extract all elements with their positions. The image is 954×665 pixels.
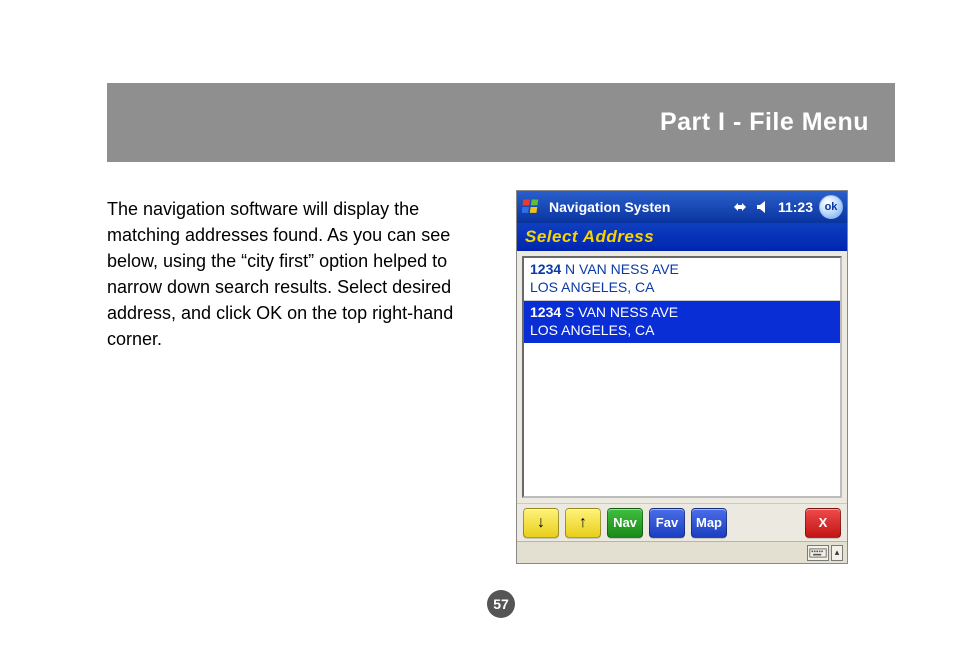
list-item-house-number: 1234 bbox=[530, 304, 561, 320]
page-number: 57 bbox=[493, 596, 509, 612]
fav-button-label: Fav bbox=[656, 515, 678, 530]
results-listbox[interactable]: 1234 N VAN NESS AVE LOS ANGELES, CA 1234… bbox=[522, 256, 842, 498]
volume-icon[interactable] bbox=[754, 197, 774, 217]
instruction-text: The navigation software will display the… bbox=[107, 196, 477, 353]
screen-subheader: Select Address bbox=[517, 223, 847, 251]
arrow-down-icon: ↓ bbox=[537, 515, 545, 531]
scroll-up-button[interactable]: ↑ bbox=[565, 508, 601, 538]
close-button-label: X bbox=[819, 515, 828, 530]
fav-button[interactable]: Fav bbox=[649, 508, 685, 538]
list-item-house-number: 1234 bbox=[530, 261, 561, 277]
bottom-toolbar: ↓ ↑ Nav Fav Map X bbox=[517, 503, 847, 541]
arrow-up-small-icon: ▴ bbox=[835, 547, 840, 558]
list-item-street: N VAN NESS AVE bbox=[561, 261, 679, 277]
system-bar: ▴ bbox=[517, 541, 847, 563]
close-button[interactable]: X bbox=[805, 508, 841, 538]
map-button-label: Map bbox=[696, 515, 722, 530]
results-area: 1234 N VAN NESS AVE LOS ANGELES, CA 1234… bbox=[517, 251, 847, 503]
sip-expand-button[interactable]: ▴ bbox=[831, 545, 843, 561]
nav-button[interactable]: Nav bbox=[607, 508, 643, 538]
scroll-down-button[interactable]: ↓ bbox=[523, 508, 559, 538]
page-number-badge: 57 bbox=[487, 590, 515, 618]
list-item-city: LOS ANGELES, CA bbox=[530, 279, 834, 297]
list-item[interactable]: 1234 N VAN NESS AVE LOS ANGELES, CA bbox=[524, 258, 840, 301]
ok-button[interactable]: ok bbox=[819, 195, 843, 219]
windows-flag-icon[interactable] bbox=[521, 196, 543, 218]
titlebar: Navigation Systen 11:23 ok bbox=[517, 191, 847, 223]
keyboard-icon[interactable] bbox=[807, 545, 829, 561]
list-item-street: S VAN NESS AVE bbox=[561, 304, 678, 320]
page-header: Part I - File Menu bbox=[107, 83, 895, 162]
nav-button-label: Nav bbox=[613, 515, 637, 530]
connectivity-icon[interactable] bbox=[730, 197, 750, 217]
list-item-city: LOS ANGELES, CA bbox=[530, 322, 834, 340]
clock: 11:23 bbox=[778, 199, 813, 215]
map-button[interactable]: Map bbox=[691, 508, 727, 538]
app-title: Navigation Systen bbox=[549, 199, 670, 215]
ok-button-label: ok bbox=[825, 201, 838, 213]
arrow-up-icon: ↑ bbox=[579, 515, 587, 531]
list-item[interactable]: 1234 S VAN NESS AVE LOS ANGELES, CA bbox=[524, 301, 840, 343]
device-screenshot: Navigation Systen 11:23 ok Select Addres… bbox=[516, 190, 848, 564]
page-header-title: Part I - File Menu bbox=[660, 108, 869, 137]
